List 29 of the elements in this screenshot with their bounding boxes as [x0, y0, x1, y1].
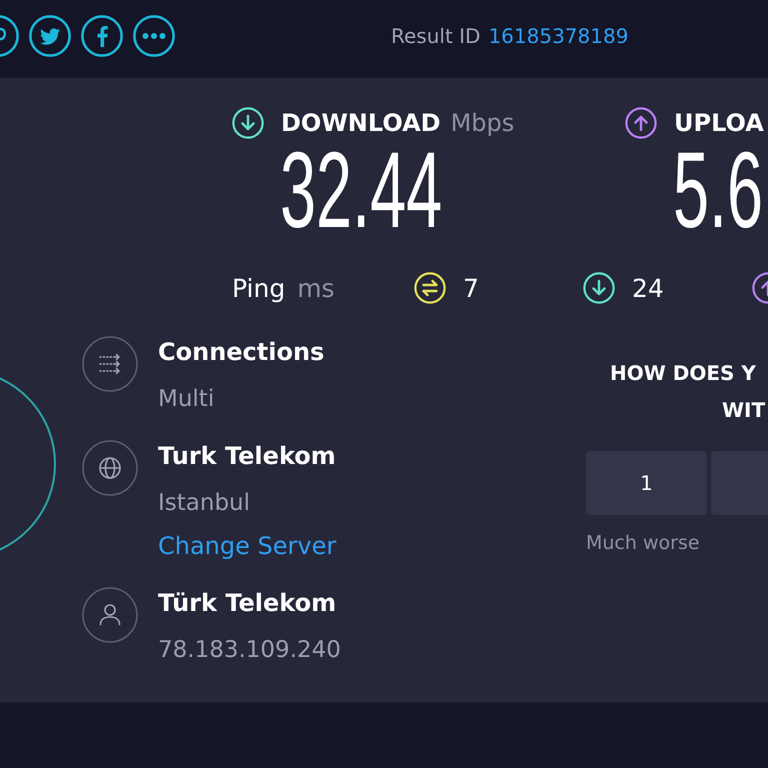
ping-value: 24: [632, 274, 664, 302]
speed-label: UPLOA: [674, 109, 764, 137]
speed-value: 5.6: [673, 136, 764, 244]
info-title: Connections: [158, 337, 324, 367]
rating-button[interactable]: 1: [586, 451, 707, 515]
ping-unit: ms: [297, 274, 335, 302]
survey-question: HOW DOES Y: [610, 360, 756, 387]
result-id-link[interactable]: 16185378189: [488, 24, 628, 48]
swap-arrows-icon: [414, 272, 446, 304]
result-id-label: Result ID: [391, 24, 480, 48]
change-server-link[interactable]: Change Server: [158, 531, 336, 561]
arrows-list-icon: [82, 336, 138, 392]
more-icon[interactable]: [133, 15, 175, 57]
info-detail: 78.183.109.240: [158, 636, 341, 665]
speed-unit: Mbps: [450, 109, 514, 137]
speed-value: 32.44: [280, 136, 442, 244]
info-title: Türk Telekom: [158, 588, 336, 618]
speed-label: DOWNLOAD: [281, 109, 441, 137]
info-detail: Istanbul: [158, 489, 250, 518]
bird-icon[interactable]: [29, 15, 71, 57]
survey-question: WIT: [722, 397, 766, 424]
person-icon: [82, 587, 138, 643]
ping-value: 7: [463, 274, 479, 302]
scale-low-label: Much worse: [586, 531, 700, 555]
globe-icon: [82, 440, 138, 496]
info-title: Turk Telekom: [158, 441, 336, 471]
ping-label: Ping: [232, 274, 286, 302]
letter-f-icon[interactable]: [81, 15, 123, 57]
info-detail: Multi: [158, 385, 214, 414]
